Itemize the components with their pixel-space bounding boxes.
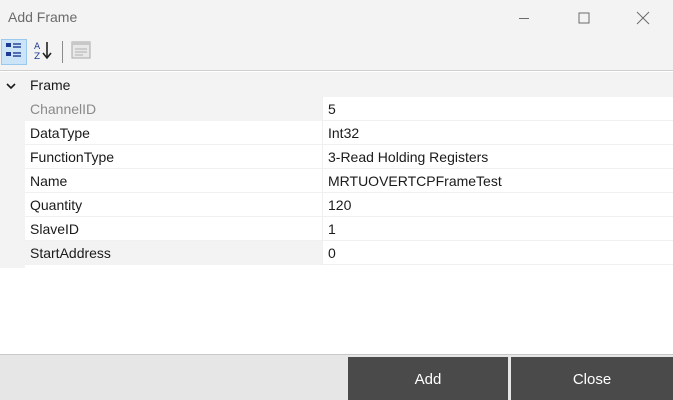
action-bar: Add Close: [0, 354, 673, 400]
window-title: Add Frame: [8, 9, 78, 25]
toolbar-separator: [62, 41, 63, 63]
categorized-view-button[interactable]: [1, 39, 27, 65]
property-grid: Frame ChannelID 5 DataType Int32 Functio…: [0, 72, 673, 354]
close-button[interactable]: Close: [511, 357, 673, 400]
property-row-datatype[interactable]: DataType Int32: [25, 121, 673, 145]
property-pages-icon: [71, 41, 91, 64]
minimize-button[interactable]: [494, 0, 554, 35]
category-row-frame[interactable]: Frame: [0, 72, 673, 97]
property-value: 5: [328, 101, 336, 117]
property-name: StartAddress: [25, 241, 323, 265]
alphabetical-sort-button[interactable]: A Z: [30, 39, 56, 65]
property-value[interactable]: Int32: [323, 121, 673, 145]
close-icon: [636, 11, 650, 25]
property-row-name[interactable]: Name MRTUOVERTCPFrameTest: [25, 169, 673, 193]
categorized-view-icon: [5, 41, 23, 64]
property-grid-toolbar: A Z: [0, 35, 673, 71]
add-button[interactable]: Add: [348, 357, 508, 400]
property-pages-button[interactable]: [68, 39, 94, 65]
svg-text:A: A: [34, 42, 41, 52]
property-name: SlaveID: [25, 217, 323, 241]
sort-alphabetical-icon: A Z: [32, 39, 54, 66]
maximize-button[interactable]: [554, 0, 614, 35]
property-value[interactable]: MRTUOVERTCPFrameTest: [323, 169, 673, 193]
property-row-functiontype[interactable]: FunctionType 3-Read Holding Registers: [25, 145, 673, 169]
property-name: Name: [25, 169, 323, 193]
title-bar: Add Frame: [0, 0, 673, 35]
property-value[interactable]: 0: [323, 241, 673, 265]
property-value[interactable]: 120: [323, 193, 673, 217]
property-row-slaveid[interactable]: SlaveID 1: [25, 217, 673, 241]
property-row-channelid[interactable]: ChannelID 5: [25, 97, 673, 121]
property-value[interactable]: 1: [323, 217, 673, 241]
minimize-icon: [518, 12, 530, 24]
property-row-quantity[interactable]: Quantity 120: [25, 193, 673, 217]
property-name: DataType: [25, 121, 323, 145]
property-name: FunctionType: [25, 145, 323, 169]
category-label: Frame: [30, 77, 71, 93]
svg-text:Z: Z: [34, 52, 40, 61]
chevron-down-icon[interactable]: [5, 79, 17, 91]
maximize-icon: [578, 12, 590, 24]
property-value[interactable]: 3-Read Holding Registers: [323, 145, 673, 169]
grid-gutter: [0, 97, 25, 268]
property-name: ChannelID: [25, 97, 323, 121]
close-window-button[interactable]: [613, 0, 673, 35]
property-name: Quantity: [25, 193, 323, 217]
property-row-startaddress[interactable]: StartAddress 0: [25, 241, 673, 265]
